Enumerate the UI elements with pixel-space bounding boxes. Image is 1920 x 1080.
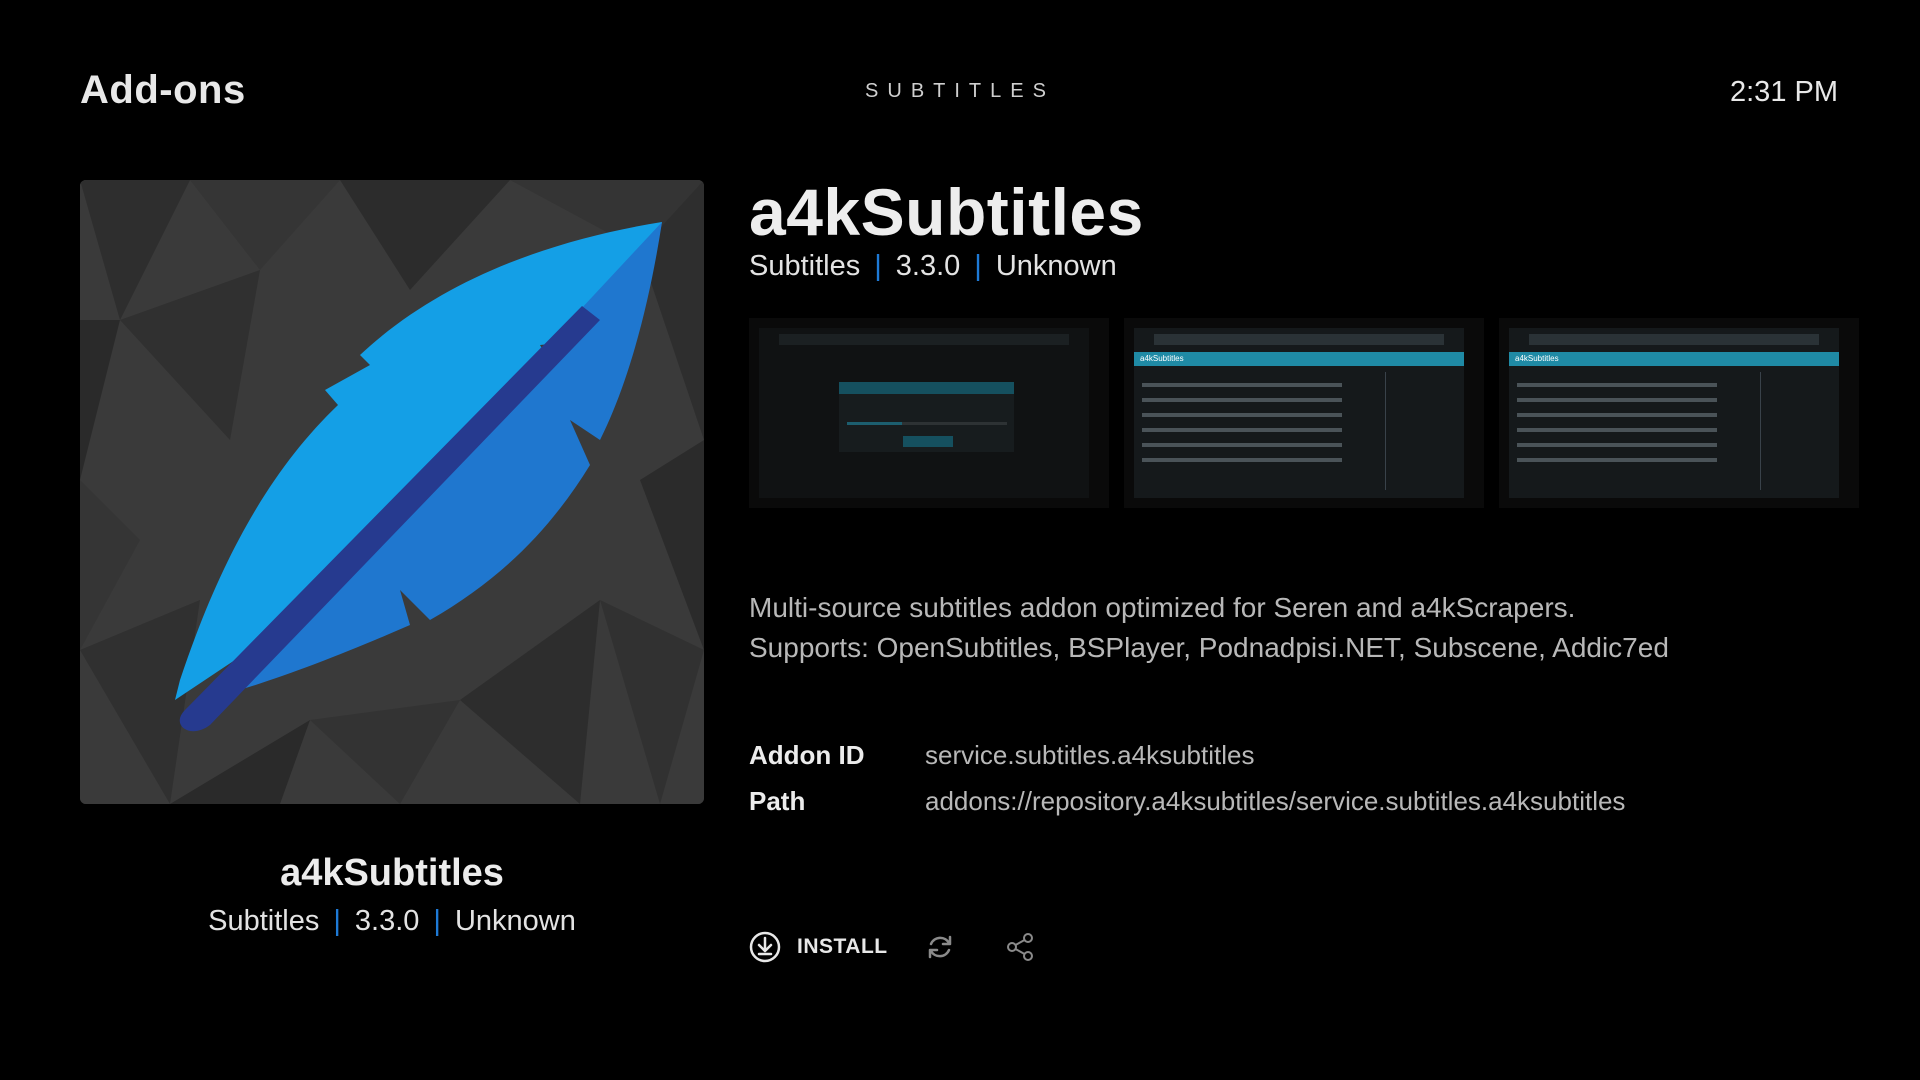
screenshot-screen: a4kSubtitles (1509, 328, 1839, 498)
share-icon (1007, 933, 1033, 961)
install-button[interactable]: INSTALL (749, 925, 888, 969)
screenshot-side-panel (1385, 372, 1456, 490)
screenshot-result-list (1517, 372, 1717, 473)
screenshot-2[interactable]: a4kSubtitles (1124, 318, 1484, 508)
addon-description: Multi-source subtitles addon optimized f… (749, 588, 1849, 668)
refresh-icon (928, 935, 952, 959)
screenshot-row (1517, 458, 1717, 462)
screenshot-row (1517, 428, 1717, 432)
screenshot-result-list (1142, 372, 1342, 473)
install-label: INSTALL (797, 935, 888, 958)
screenshot-screen (759, 328, 1089, 498)
screenshot-progress-fill (847, 422, 902, 425)
section-title: SUBTITLES (865, 80, 1055, 102)
screenshot-3[interactable]: a4kSubtitles (1499, 318, 1859, 508)
clock: 2:31 PM (1730, 76, 1838, 108)
addon-poster (80, 180, 704, 804)
screenshot-row (1142, 443, 1342, 447)
update-button[interactable] (925, 925, 955, 969)
screenshot-row (1142, 398, 1342, 402)
separator: | (974, 250, 982, 282)
addon-version: 3.3.0 (895, 250, 961, 282)
screenshot-searchbar (1154, 334, 1444, 345)
addon-id-value: service.subtitles.a4ksubtitles (925, 740, 1255, 770)
screenshot-1[interactable] (749, 318, 1109, 508)
screenshot-searchbar (1529, 334, 1819, 345)
screenshot-cancel-button (903, 436, 953, 447)
screenshot-dialog-bar (839, 382, 1014, 394)
path-label: Path (749, 786, 806, 816)
screenshot-screen: a4kSubtitles (1134, 328, 1464, 498)
screenshot-strip: a4kSubtitles a4kSubtitles (749, 318, 1859, 508)
screenshot-searchbar (779, 334, 1069, 345)
screenshot-row (1142, 428, 1342, 432)
separator: | (874, 250, 882, 282)
screenshot-row (1517, 443, 1717, 447)
screenshot-row (1142, 383, 1342, 387)
screenshot-row (1142, 458, 1342, 462)
screenshot-row (1517, 413, 1717, 417)
poster-meta: Subtitles | 3.3.0 | Unknown (80, 905, 704, 938)
download-icon (749, 931, 781, 963)
poster-category: Subtitles (208, 905, 320, 937)
screenshot-row (1142, 413, 1342, 417)
separator: | (433, 905, 441, 937)
addon-title: a4kSubtitles (749, 175, 1144, 249)
screenshot-side-panel (1760, 372, 1831, 490)
screenshot-row (1517, 383, 1717, 387)
path-value: addons://repository.a4ksubtitles/service… (925, 786, 1626, 816)
screenshot-row (1517, 398, 1717, 402)
screenshot-progress-dialog (839, 382, 1014, 452)
separator: | (333, 905, 341, 937)
addon-id-label: Addon ID (749, 740, 865, 770)
description-line: Multi-source subtitles addon optimized f… (749, 592, 1576, 623)
share-button[interactable] (1004, 925, 1036, 969)
addon-category: Subtitles (749, 250, 861, 282)
poster-title: a4kSubtitles (280, 852, 504, 894)
addon-author: Unknown (995, 250, 1117, 282)
screenshot-dialog-title: a4kSubtitles (1515, 354, 1559, 363)
screenshot-dialog-title: a4kSubtitles (1140, 354, 1184, 363)
addon-meta: Subtitles | 3.3.0 | Unknown (749, 250, 1117, 283)
poster-author: Unknown (454, 905, 576, 937)
poster-version: 3.3.0 (354, 905, 420, 937)
feather-icon (80, 180, 704, 804)
description-line: Supports: OpenSubtitles, BSPlayer, Podna… (749, 632, 1669, 663)
